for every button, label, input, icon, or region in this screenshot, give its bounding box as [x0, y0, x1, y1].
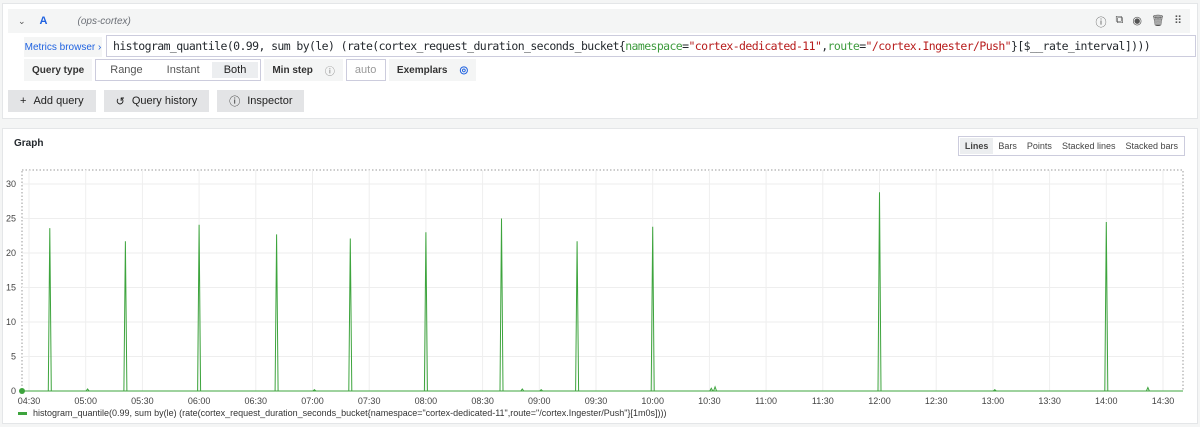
x-tick-label: 06:00 [188, 396, 211, 406]
x-tick-label: 12:30 [925, 396, 948, 406]
x-tick-label: 14:00 [1095, 396, 1118, 406]
x-tick-label: 13:30 [1038, 396, 1061, 406]
plot-border [21, 169, 1184, 392]
x-tick-label: 10:30 [698, 396, 721, 406]
x-tick-label: 13:00 [982, 396, 1005, 406]
y-tick-label: 0 [11, 386, 16, 396]
y-tick-label: 30 [6, 179, 16, 189]
x-tick-label: 07:30 [358, 396, 381, 406]
x-tick-label: 07:00 [301, 396, 324, 406]
y-tick-label: 20 [6, 248, 16, 258]
series-spike [499, 218, 504, 392]
series-spike [348, 238, 353, 392]
x-tick-label: 11:30 [812, 396, 834, 406]
series-spike [274, 234, 279, 392]
y-tick-label: 25 [6, 214, 16, 224]
series-spike [713, 385, 718, 392]
series-spike [575, 241, 580, 392]
x-tick-label: 08:00 [415, 396, 438, 406]
x-tick-label: 09:30 [585, 396, 608, 406]
x-tick-label: 04:30 [18, 396, 41, 406]
graph-chart[interactable]: 0 5 10 15 20 25 30 04:30 05:00 05:30 06:00 06:30 07:… [0, 0, 1200, 427]
x-tick-label: 10:00 [641, 396, 664, 406]
x-tick-label: 09:00 [528, 396, 551, 406]
legend-item[interactable]: histogram_quantile(0.99, sum by(le) (rat… [18, 408, 666, 418]
series-spike [1145, 386, 1150, 392]
x-tick-label: 12:00 [868, 396, 891, 406]
legend-label: histogram_quantile(0.99, sum by(le) (rat… [33, 408, 667, 418]
x-tick-label: 14:30 [1152, 396, 1175, 406]
x-tick-label: 05:30 [131, 396, 154, 406]
series-spike [123, 241, 128, 392]
x-tick-label: 06:30 [245, 396, 268, 406]
x-tick-label: 11:00 [755, 396, 777, 406]
y-tick-label: 5 [11, 352, 16, 362]
legend-swatch [18, 411, 27, 415]
x-tick-label: 05:00 [74, 396, 97, 406]
y-tick-label: 10 [6, 317, 16, 327]
hover-point [19, 388, 25, 394]
y-tick-label: 15 [6, 283, 16, 293]
x-tick-label: 08:30 [471, 396, 494, 406]
